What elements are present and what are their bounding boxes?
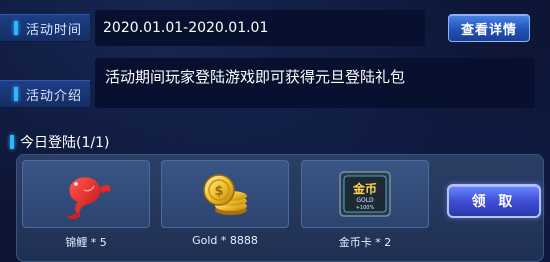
activity-intro-label: 活动介绍	[26, 88, 83, 104]
today-login-label: 今日登陆(1/1)	[20, 135, 110, 151]
koi-fish-icon	[66, 177, 111, 219]
gold-coins-icon: $	[203, 174, 247, 215]
activity-time-label: 活动时间	[26, 22, 83, 38]
activity-intro-text: 活动期间玩家登陆游戏即可获得元旦登陆礼包	[95, 58, 535, 108]
accent-tick	[14, 21, 18, 35]
svg-text:$: $	[214, 184, 223, 199]
view-details-button[interactable]: 查看详情	[448, 14, 530, 42]
reward-card-koi[interactable]	[22, 160, 150, 228]
activity-intro-label-bar: 活动介绍	[0, 80, 90, 108]
today-login-header: 今日登陆(1/1)	[10, 132, 109, 152]
claim-button[interactable]: 领 取	[447, 184, 541, 218]
reward-name-koi: 锦鲤 * 5	[65, 236, 107, 249]
accent-tick	[10, 135, 14, 149]
gold-card-icon: 金币 GOLD +100%	[339, 171, 391, 217]
card-icon-value: +100%	[356, 205, 375, 211]
activity-time-value: 2020.01.01-2020.01.01	[95, 10, 425, 46]
card-icon-text: 金币	[352, 181, 377, 196]
reward-card-gold[interactable]: $	[161, 160, 289, 228]
reward-name-gold: Gold * 8888	[192, 234, 258, 247]
reward-name-gold-card: 金币卡 * 2	[338, 236, 392, 249]
activity-time-label-bar: 活动时间	[0, 14, 90, 42]
accent-tick	[14, 87, 18, 101]
reward-card-gold-card[interactable]: 金币 GOLD +100%	[301, 160, 429, 228]
card-icon-sub: GOLD	[356, 197, 374, 204]
